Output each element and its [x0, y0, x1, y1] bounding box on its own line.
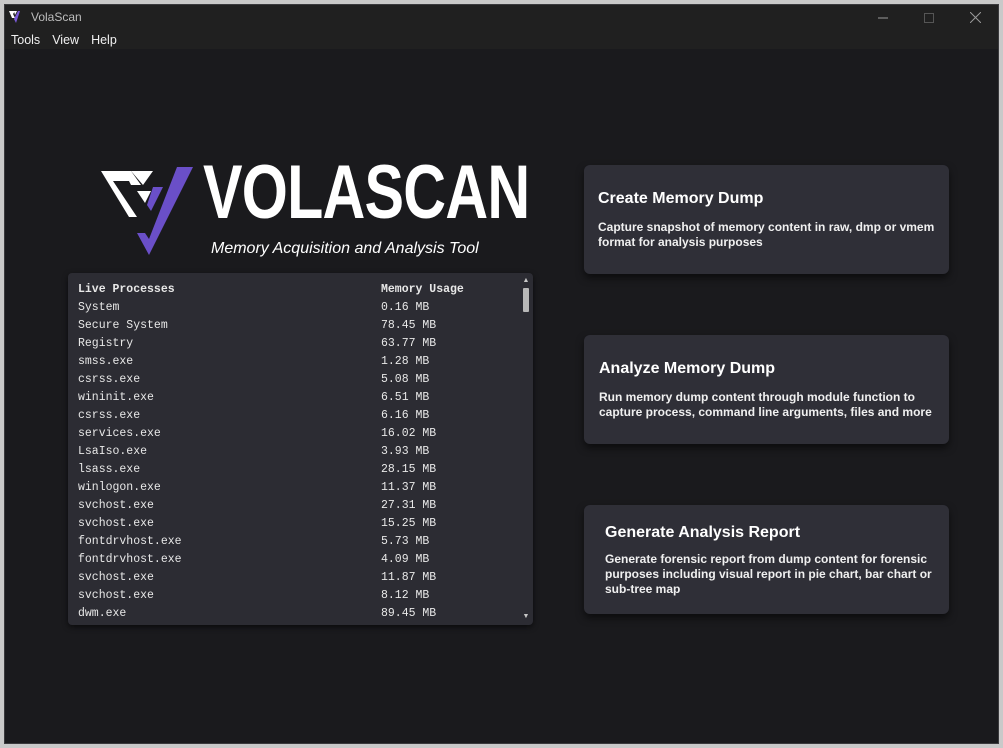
process-row[interactable]: svchost.exe 15.25 MB: [78, 515, 501, 533]
maximize-icon: [924, 12, 934, 23]
process-row[interactable]: System 0.16 MB: [78, 299, 501, 317]
card-title: Create Memory Dump: [598, 190, 764, 207]
volascan-logo-icon: [101, 167, 193, 255]
process-row[interactable]: smss.exe 1.28 MB: [78, 353, 501, 371]
process-row[interactable]: svchost.exe 27.31 MB: [78, 497, 501, 515]
process-name: svchost.exe: [78, 499, 154, 512]
menu-tools[interactable]: Tools: [5, 33, 46, 47]
logo-wordmark: VOLASCAN: [203, 150, 530, 235]
process-memory: 15.25 MB: [381, 517, 437, 530]
app-logo-icon: [9, 11, 20, 23]
process-row[interactable]: lsass.exe 28.15 MB: [78, 461, 501, 479]
process-row[interactable]: LsaIso.exe 3.93 MB: [78, 443, 501, 461]
process-name: wininit.exe: [78, 391, 154, 404]
process-row[interactable]: svchost.exe 11.87 MB: [78, 569, 501, 587]
process-row[interactable]: services.exe 16.02 MB: [78, 425, 501, 443]
process-memory: 11.37 MB: [381, 481, 437, 494]
process-memory: 3.93 MB: [381, 445, 430, 458]
process-row[interactable]: winlogon.exe 11.37 MB: [78, 479, 501, 497]
header-memory-usage: Memory Usage: [381, 283, 464, 296]
logo-tagline: Memory Acquisition and Analysis Tool: [211, 240, 479, 257]
process-row[interactable]: csrss.exe 6.16 MB: [78, 407, 501, 425]
scroll-down-arrow-icon[interactable]: ▼: [522, 613, 530, 621]
process-name: dwm.exe: [78, 607, 127, 620]
scroll-thumb[interactable]: [523, 288, 529, 312]
process-memory: 6.16 MB: [381, 409, 430, 422]
main-content: VOLASCAN Memory Acquisition and Analysis…: [5, 49, 998, 743]
process-name: System: [78, 301, 120, 314]
close-icon: [969, 12, 981, 23]
minimize-button[interactable]: [860, 5, 906, 30]
process-row[interactable]: Secure System 78.45 MB: [78, 317, 501, 335]
process-memory: 11.87 MB: [381, 571, 437, 584]
process-row[interactable]: fontdrvhost.exe 4.09 MB: [78, 551, 501, 569]
process-name: winlogon.exe: [78, 481, 161, 494]
app-window: VolaScan Tools View Help VOLASCAN Memory…: [4, 4, 999, 744]
maximize-button[interactable]: [906, 5, 952, 30]
card-title: Generate Analysis Report: [605, 524, 801, 541]
process-list-scrollbar[interactable]: ▲ ▼: [522, 277, 530, 621]
minimize-icon: [878, 17, 888, 18]
process-name: fontdrvhost.exe: [78, 553, 182, 566]
process-memory: 5.73 MB: [381, 535, 430, 548]
card-description: Run memory dump content through module f…: [599, 390, 932, 419]
close-button[interactable]: [952, 5, 998, 30]
process-memory: 1.28 MB: [381, 355, 430, 368]
process-memory: 89.45 MB: [381, 607, 437, 620]
process-name: smss.exe: [78, 355, 134, 368]
process-name: LsaIso.exe: [78, 445, 148, 458]
window-title: VolaScan: [31, 10, 82, 24]
process-name: svchost.exe: [78, 571, 154, 584]
menu-view[interactable]: View: [46, 33, 85, 47]
process-row[interactable]: csrss.exe 5.08 MB: [78, 371, 501, 389]
title-bar[interactable]: VolaScan: [5, 5, 998, 30]
generate-analysis-report-card[interactable]: Generate Analysis Report Generate forens…: [584, 505, 949, 614]
process-row[interactable]: svchost.exe 8.12 MB: [78, 587, 501, 605]
process-name: csrss.exe: [78, 409, 141, 422]
process-name: lsass.exe: [78, 463, 141, 476]
process-table-header: Live Processes Memory Usage: [78, 281, 501, 299]
process-memory: 16.02 MB: [381, 427, 437, 440]
card-description: Capture snapshot of memory content in ra…: [598, 220, 935, 249]
process-row[interactable]: Registry 63.77 MB: [78, 335, 501, 353]
process-name: svchost.exe: [78, 589, 154, 602]
process-memory: 4.09 MB: [381, 553, 430, 566]
process-name: services.exe: [78, 427, 161, 440]
process-row[interactable]: dwm.exe 89.45 MB: [78, 605, 501, 623]
process-memory: 0.16 MB: [381, 301, 430, 314]
create-memory-dump-card[interactable]: Create Memory Dump Capture snapshot of m…: [584, 165, 949, 274]
menu-bar: Tools View Help: [5, 30, 998, 49]
process-name: fontdrvhost.exe: [78, 535, 182, 548]
analyze-memory-dump-card[interactable]: Analyze Memory Dump Run memory dump cont…: [584, 335, 949, 444]
process-memory: 27.31 MB: [381, 499, 437, 512]
process-row[interactable]: fontdrvhost.exe 5.73 MB: [78, 533, 501, 551]
process-row[interactable]: wininit.exe 6.51 MB: [78, 389, 501, 407]
process-memory: 28.15 MB: [381, 463, 437, 476]
scroll-up-arrow-icon[interactable]: ▲: [522, 277, 530, 285]
process-name: Secure System: [78, 319, 168, 332]
process-memory: 6.51 MB: [381, 391, 430, 404]
process-table: Live Processes Memory Usage System 0.16 M…: [78, 281, 501, 623]
header-live-processes: Live Processes: [78, 283, 175, 296]
process-memory: 8.12 MB: [381, 589, 430, 602]
process-name: Registry: [78, 337, 134, 350]
card-description: Generate forensic report from dump conte…: [605, 552, 932, 596]
card-title: Analyze Memory Dump: [599, 360, 776, 377]
process-memory: 5.08 MB: [381, 373, 430, 386]
process-name: csrss.exe: [78, 373, 141, 386]
process-memory: 78.45 MB: [381, 319, 437, 332]
process-list-panel[interactable]: Live Processes Memory Usage System 0.16 M…: [68, 273, 533, 625]
menu-help[interactable]: Help: [85, 33, 123, 47]
process-name: svchost.exe: [78, 517, 154, 530]
process-memory: 63.77 MB: [381, 337, 437, 350]
